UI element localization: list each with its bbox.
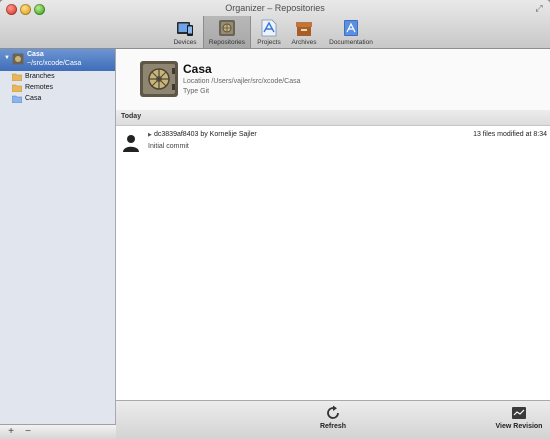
repository-type: Type Git	[183, 88, 209, 95]
fullscreen-icon[interactable]: ⤢	[534, 3, 544, 13]
commit-row[interactable]: ▶ dc3839af8403 by Kornelije Sajler Initi…	[116, 127, 550, 157]
remove-repository-button[interactable]: −	[22, 426, 34, 438]
type-value: Git	[200, 88, 210, 95]
bottom-toolbar: Refresh View Revision	[116, 400, 550, 439]
toolbar-projects-label: Projects	[257, 39, 281, 46]
organizer-window: Organizer – Repositories ⤢ Devices Repos…	[0, 0, 550, 439]
location-label: Location	[183, 78, 210, 85]
view-revision-label: View Revision	[495, 423, 543, 430]
commit-hash-author: dc3839af8403 by Kornelije Sajler	[154, 131, 257, 138]
projects-icon	[261, 19, 277, 37]
repository-name: Casa	[183, 62, 212, 76]
user-silhouette-icon	[123, 135, 139, 152]
sidebar-item-label: Branches	[25, 73, 55, 80]
view-revision-icon	[512, 407, 526, 419]
commit-message: Initial commit	[148, 143, 189, 150]
folder-icon	[12, 73, 22, 81]
toolbar-repositories[interactable]: Repositories	[203, 16, 251, 48]
refresh-button[interactable]: Refresh	[313, 405, 353, 430]
title-bar: Organizer – Repositories ⤢ Devices Repos…	[0, 0, 550, 49]
toolbar-repositories-label: Repositories	[208, 39, 246, 46]
toolbar-projects[interactable]: Projects	[252, 16, 286, 48]
toolbar-archives-label: Archives	[291, 39, 317, 46]
documentation-icon	[344, 20, 358, 36]
archives-icon	[296, 22, 312, 36]
sidebar-item-label: Casa	[25, 95, 42, 102]
sidebar-footer: + −	[0, 424, 116, 439]
toolbar-archives[interactable]: Archives	[287, 16, 321, 48]
refresh-icon	[327, 405, 339, 419]
sidebar-item-label: Remotes	[25, 84, 54, 91]
refresh-label: Refresh	[319, 423, 347, 430]
disclosure-triangle-icon[interactable]: ▼	[4, 55, 10, 61]
toolbar-documentation-label: Documentation	[329, 39, 373, 46]
window-title: Organizer – Repositories	[225, 3, 325, 13]
vault-icon	[140, 61, 178, 97]
add-repository-button[interactable]: +	[5, 426, 17, 438]
toolbar-documentation[interactable]: Documentation	[322, 16, 380, 48]
repository-location: Location /Users/vajler/src/xcode/Casa	[183, 78, 301, 85]
section-header-today: Today	[116, 110, 550, 126]
section-title: Today	[121, 113, 142, 120]
sidebar-repo-casa[interactable]: ▼ Casa ~/src/xcode/Casa	[0, 49, 115, 71]
sidebar: ▼ Casa ~/src/xcode/Casa Branches Remotes	[0, 49, 116, 424]
type-label: Type	[183, 88, 199, 95]
view-revision-button[interactable]: View Revision	[490, 405, 548, 430]
toolbar-devices-label: Devices	[173, 39, 197, 46]
main-content: Casa Location /Users/vajler/src/xcode/Ca…	[116, 49, 550, 439]
disclosure-triangle-icon[interactable]: ▶	[148, 132, 152, 138]
vault-icon	[219, 20, 235, 36]
commit-summary: 13 files modified at 8:34	[473, 131, 547, 138]
sidebar-repo-path: ~/src/xcode/Casa	[27, 60, 82, 67]
repository-header: Casa Location /Users/vajler/src/xcode/Ca…	[116, 49, 550, 111]
folder-icon	[12, 84, 22, 92]
toolbar-devices[interactable]: Devices	[168, 16, 202, 48]
folder-blue-icon	[12, 95, 22, 103]
devices-icon	[177, 22, 193, 36]
location-value: /Users/vajler/src/xcode/Casa	[211, 78, 301, 85]
sidebar-repo-name: Casa	[27, 51, 44, 58]
vault-icon	[12, 53, 24, 65]
